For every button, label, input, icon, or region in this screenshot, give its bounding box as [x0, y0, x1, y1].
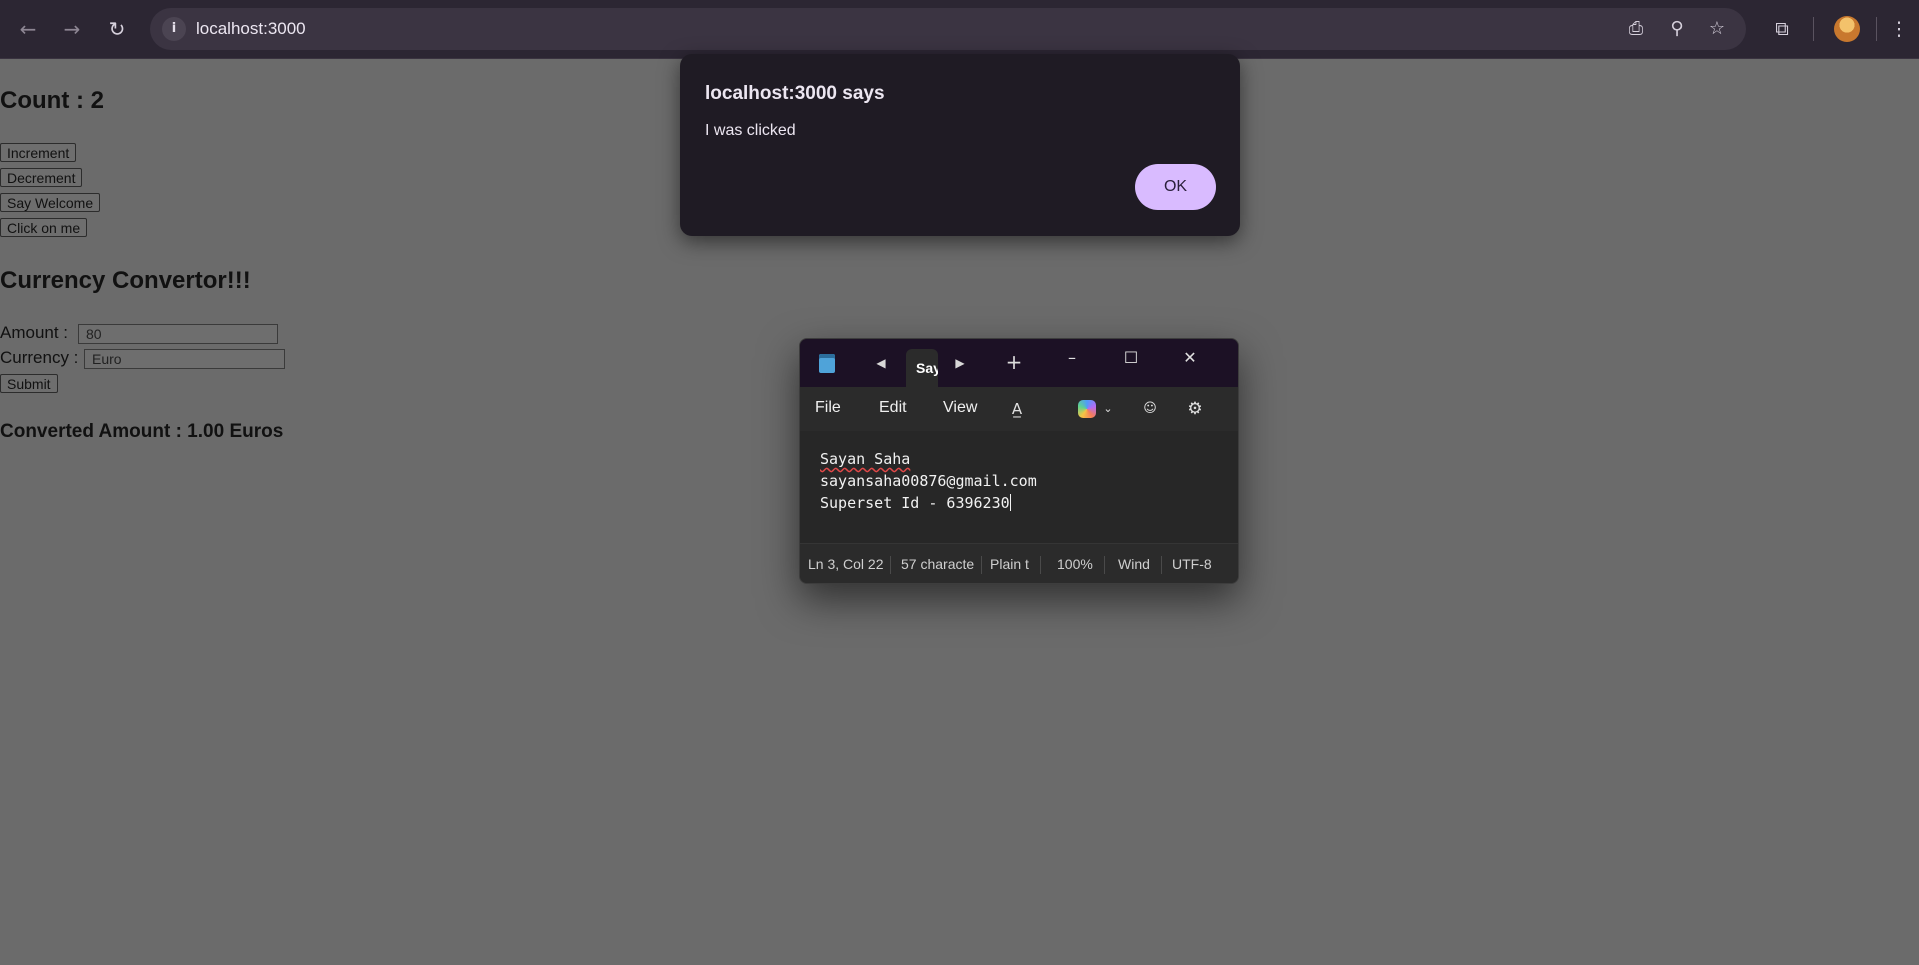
back-icon[interactable]: ←: [14, 15, 42, 43]
minimize-icon[interactable]: –: [1050, 345, 1094, 371]
toolbar-divider: [1876, 17, 1877, 41]
status-position: Ln 3, Col 22: [808, 556, 884, 572]
status-divider: [1161, 556, 1162, 574]
url-text[interactable]: localhost:3000: [196, 19, 306, 39]
editor-line-1: Sayan Saha: [820, 450, 910, 468]
menu-view[interactable]: View: [943, 399, 977, 417]
notepad-app-icon: [819, 354, 835, 373]
address-bar[interactable]: i localhost:3000 ⎙ ⚲ ☆: [150, 8, 1746, 50]
currency-label: Currency :: [0, 348, 79, 367]
star-icon[interactable]: ☆: [1705, 17, 1729, 41]
maximize-icon[interactable]: ☐: [1109, 345, 1153, 371]
copilot-icon[interactable]: [1078, 400, 1096, 418]
notepad-window: ◀ Sayan Saha ▶ + – ☐ ✕ File Edit View A̲…: [799, 338, 1239, 584]
status-format: Plain t: [990, 556, 1029, 572]
close-icon[interactable]: ✕: [1168, 345, 1212, 371]
count-title: Count : 2: [0, 87, 104, 114]
editor-line-2: sayansaha00876@gmail.com: [820, 472, 1037, 490]
tab-scroll-right-icon[interactable]: ▶: [950, 353, 970, 373]
status-characters: 57 characte: [901, 556, 975, 572]
reload-icon[interactable]: ↻: [103, 15, 131, 43]
currency-input[interactable]: Euro: [84, 349, 285, 369]
site-info-icon[interactable]: i: [162, 17, 186, 41]
menu-edit[interactable]: Edit: [879, 399, 907, 417]
alert-dialog: localhost:3000 says I was clicked OK: [680, 54, 1240, 236]
zoom-icon[interactable]: ⚲: [1665, 17, 1689, 41]
chevron-down-icon[interactable]: ⌄: [1101, 398, 1115, 420]
dialog-title: localhost:3000 says: [705, 83, 885, 104]
notepad-statusbar: Ln 3, Col 22 57 characte Plain t 100% Wi…: [800, 543, 1238, 583]
menu-file[interactable]: File: [815, 399, 841, 417]
converted-amount: Converted Amount : 1.00 Euros: [0, 421, 284, 442]
click-on-me-button[interactable]: Click on me: [0, 218, 88, 237]
status-divider: [1104, 556, 1105, 574]
amount-input[interactable]: 80: [78, 324, 278, 344]
browser-toolbar: ← → ↻ i localhost:3000 ⎙ ⚲ ☆ ⧉ ⋮: [0, 0, 1919, 59]
account-icon[interactable]: ☺: [1139, 398, 1161, 420]
notepad-menubar: File Edit View A̲ ⌄ ☺ ⚙: [800, 387, 1238, 431]
decrement-button[interactable]: Decrement: [0, 168, 83, 187]
status-encoding: UTF-8: [1172, 556, 1212, 572]
editor-line-3: Superset Id - 6396230: [820, 494, 1011, 512]
tab-document[interactable]: Sayan Saha: [906, 349, 938, 387]
puzzle-icon[interactable]: ⧉: [1769, 16, 1795, 42]
more-vert-icon[interactable]: ⋮: [1886, 16, 1912, 42]
status-divider: [981, 556, 982, 574]
say-welcome-button[interactable]: Say Welcome: [0, 193, 101, 212]
notepad-editor[interactable]: Sayan Saha sayansaha00876@gmail.com Supe…: [800, 431, 1238, 543]
status-line-ending: Wind: [1118, 556, 1150, 572]
new-tab-icon[interactable]: +: [1003, 351, 1025, 373]
text-caret: [1009, 494, 1011, 511]
ok-button[interactable]: OK: [1135, 164, 1216, 210]
tab-label: Sayan Saha: [916, 360, 938, 376]
currency-title: Currency Convertor!!!: [0, 267, 251, 294]
misspelled-word: Sayan Saha: [820, 450, 911, 468]
status-divider: [1040, 556, 1041, 574]
amount-label: Amount :: [0, 323, 69, 342]
text-format-icon[interactable]: A̲: [1006, 398, 1028, 420]
increment-button[interactable]: Increment: [0, 143, 77, 162]
status-divider: [890, 556, 891, 574]
forward-icon[interactable]: →: [58, 15, 86, 43]
dialog-message: I was clicked: [705, 122, 796, 139]
notepad-titlebar[interactable]: ◀ Sayan Saha ▶ + – ☐ ✕: [800, 339, 1238, 387]
install-app-icon[interactable]: ⎙: [1624, 17, 1648, 41]
status-zoom[interactable]: 100%: [1057, 556, 1093, 572]
submit-button[interactable]: Submit: [0, 374, 58, 393]
editor-line-3-text: Superset Id - 6396230: [820, 494, 1010, 512]
gear-icon[interactable]: ⚙: [1184, 398, 1206, 420]
toolbar-divider: [1813, 17, 1814, 41]
avatar[interactable]: [1834, 16, 1860, 42]
tab-scroll-left-icon[interactable]: ◀: [871, 353, 891, 373]
